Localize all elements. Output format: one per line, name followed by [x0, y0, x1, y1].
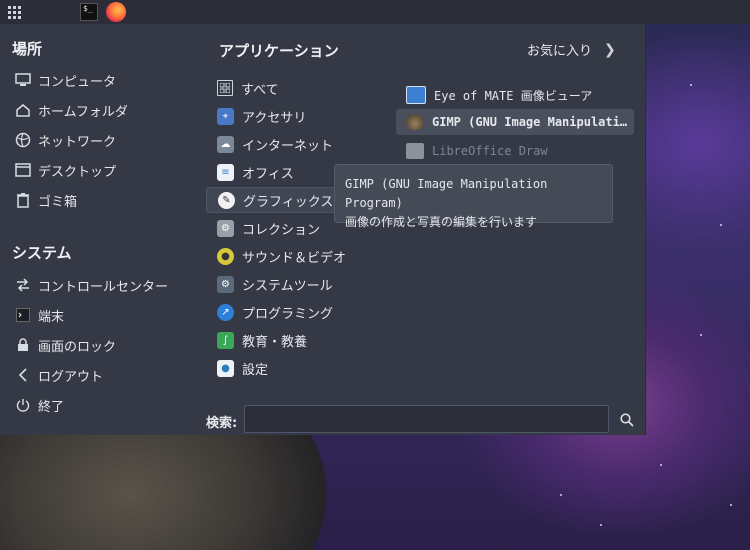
top-panel: $_: [0, 0, 750, 24]
system-item-terminal[interactable]: 端末: [14, 302, 64, 328]
category-label: コレクション: [242, 222, 321, 238]
office-icon: ≡: [217, 163, 234, 181]
firefox-icon[interactable]: [106, 2, 126, 22]
app-label: Eye of MATE 画像ビューア: [434, 88, 593, 103]
settings-icon: ●: [217, 359, 234, 377]
graphics-icon: ✎: [218, 191, 235, 209]
network-icon: [14, 131, 32, 149]
category-accessories[interactable]: ⌖ アクセサリ: [206, 103, 376, 129]
terminal-launcher-glyph: $_: [83, 4, 93, 13]
logout-icon: [14, 366, 32, 384]
app-label: LibreOffice Draw: [432, 144, 548, 158]
tooltip-title: GIMP (GNU Image Manipulation Program): [345, 177, 548, 210]
places-item-network[interactable]: ネットワーク: [14, 127, 116, 153]
app-libreoffice-draw[interactable]: LibreOffice Draw: [396, 138, 634, 164]
places-item-trash[interactable]: ゴミ箱: [14, 187, 77, 213]
system-item-label: ログアウト: [38, 369, 104, 385]
system-item-label: 画面のロック: [38, 339, 117, 355]
sound-video-icon: ●: [217, 247, 234, 265]
category-label: インターネット: [242, 138, 334, 154]
image-viewer-icon: [406, 86, 426, 104]
favorites-label: お気に入り: [527, 44, 593, 59]
places-item-label: ネットワーク: [38, 134, 117, 150]
places-item-desktop[interactable]: デスクトップ: [14, 157, 116, 183]
search-button[interactable]: [616, 409, 638, 431]
system-title: システム: [12, 244, 72, 262]
system-item-label: 端末: [38, 309, 65, 325]
system-item-lock-screen[interactable]: 画面のロック: [14, 332, 116, 358]
control-center-icon: [14, 276, 32, 294]
system-tools-icon: ⚙: [217, 275, 234, 293]
category-label: 教育・教養: [242, 334, 308, 350]
system-item-logout[interactable]: ログアウト: [14, 362, 103, 388]
lock-icon: [14, 336, 32, 354]
category-label: サウンド＆ビデオ: [242, 250, 347, 266]
favorites-button[interactable]: お気に入り ❯: [527, 40, 616, 60]
application-menu: 場所 コンピュータ ホームフォルダ ネットワーク デスクトップ ゴミ箱 システム: [0, 24, 646, 435]
places-item-label: デスクトップ: [38, 164, 117, 180]
search-input[interactable]: [244, 405, 609, 433]
app-eye-of-mate[interactable]: Eye of MATE 画像ビューア: [396, 82, 634, 108]
education-icon: ∫: [217, 331, 234, 349]
system-item-control-center[interactable]: コントロールセンター: [14, 272, 168, 298]
app-grid-button[interactable]: [0, 0, 28, 24]
category-label: 設定: [242, 362, 269, 378]
places-item-computer[interactable]: コンピュータ: [14, 67, 116, 93]
places-item-label: ホームフォルダ: [38, 104, 128, 120]
places-item-home[interactable]: ホームフォルダ: [14, 97, 128, 123]
app-grid-icon: [7, 5, 21, 19]
app-label: GIMP (GNU Image Manipulati…: [432, 115, 628, 129]
category-education[interactable]: ∫ 教育・教養: [206, 327, 376, 353]
category-label: すべて: [241, 82, 279, 98]
places-item-label: コンピュータ: [38, 74, 117, 90]
category-internet[interactable]: ☁ インターネット: [206, 131, 376, 157]
category-label: システムツール: [242, 278, 333, 294]
category-sound-video[interactable]: ● サウンド＆ビデオ: [206, 243, 376, 269]
category-label: アクセサリ: [242, 110, 307, 126]
home-icon: [14, 101, 32, 119]
power-icon: [14, 396, 32, 414]
app-gimp[interactable]: GIMP (GNU Image Manipulati…: [396, 109, 634, 135]
collection-icon: ⚙: [217, 219, 234, 237]
system-item-label: コントロールセンター: [38, 279, 169, 295]
category-programming[interactable]: ↗ プログラミング: [206, 299, 376, 325]
monitor-icon: [14, 71, 32, 89]
programming-icon: ↗: [217, 303, 234, 321]
accessories-icon: ⌖: [217, 107, 234, 125]
search-icon: [620, 413, 634, 427]
applications-title: アプリケーション: [219, 42, 339, 60]
system-item-shutdown[interactable]: 終了: [14, 392, 64, 418]
category-settings[interactable]: ● 設定: [206, 355, 376, 381]
category-system-tools[interactable]: ⚙ システムツール: [206, 271, 376, 297]
search-label: 検索:: [206, 416, 238, 431]
tooltip-description: 画像の作成と写真の編集を行います: [345, 215, 538, 229]
category-label: オフィス: [242, 166, 294, 182]
libreoffice-draw-icon: [406, 143, 424, 159]
terminal-launcher[interactable]: $_: [80, 3, 98, 21]
category-label: グラフィックス: [243, 194, 334, 210]
trash-icon: [14, 191, 32, 209]
category-label: プログラミング: [242, 306, 334, 322]
chevron-right-icon: ❯: [604, 41, 616, 58]
system-item-label: 終了: [38, 399, 65, 415]
terminal-icon: [14, 306, 32, 324]
app-tooltip: GIMP (GNU Image Manipulation Program) 画像…: [334, 164, 613, 229]
category-all[interactable]: すべて: [206, 75, 376, 101]
desktop-icon: [14, 161, 32, 179]
places-title: 場所: [12, 40, 43, 58]
places-item-label: ゴミ箱: [38, 194, 78, 210]
gimp-icon: [406, 114, 424, 130]
all-apps-icon: [217, 80, 233, 96]
internet-icon: ☁: [217, 135, 234, 153]
